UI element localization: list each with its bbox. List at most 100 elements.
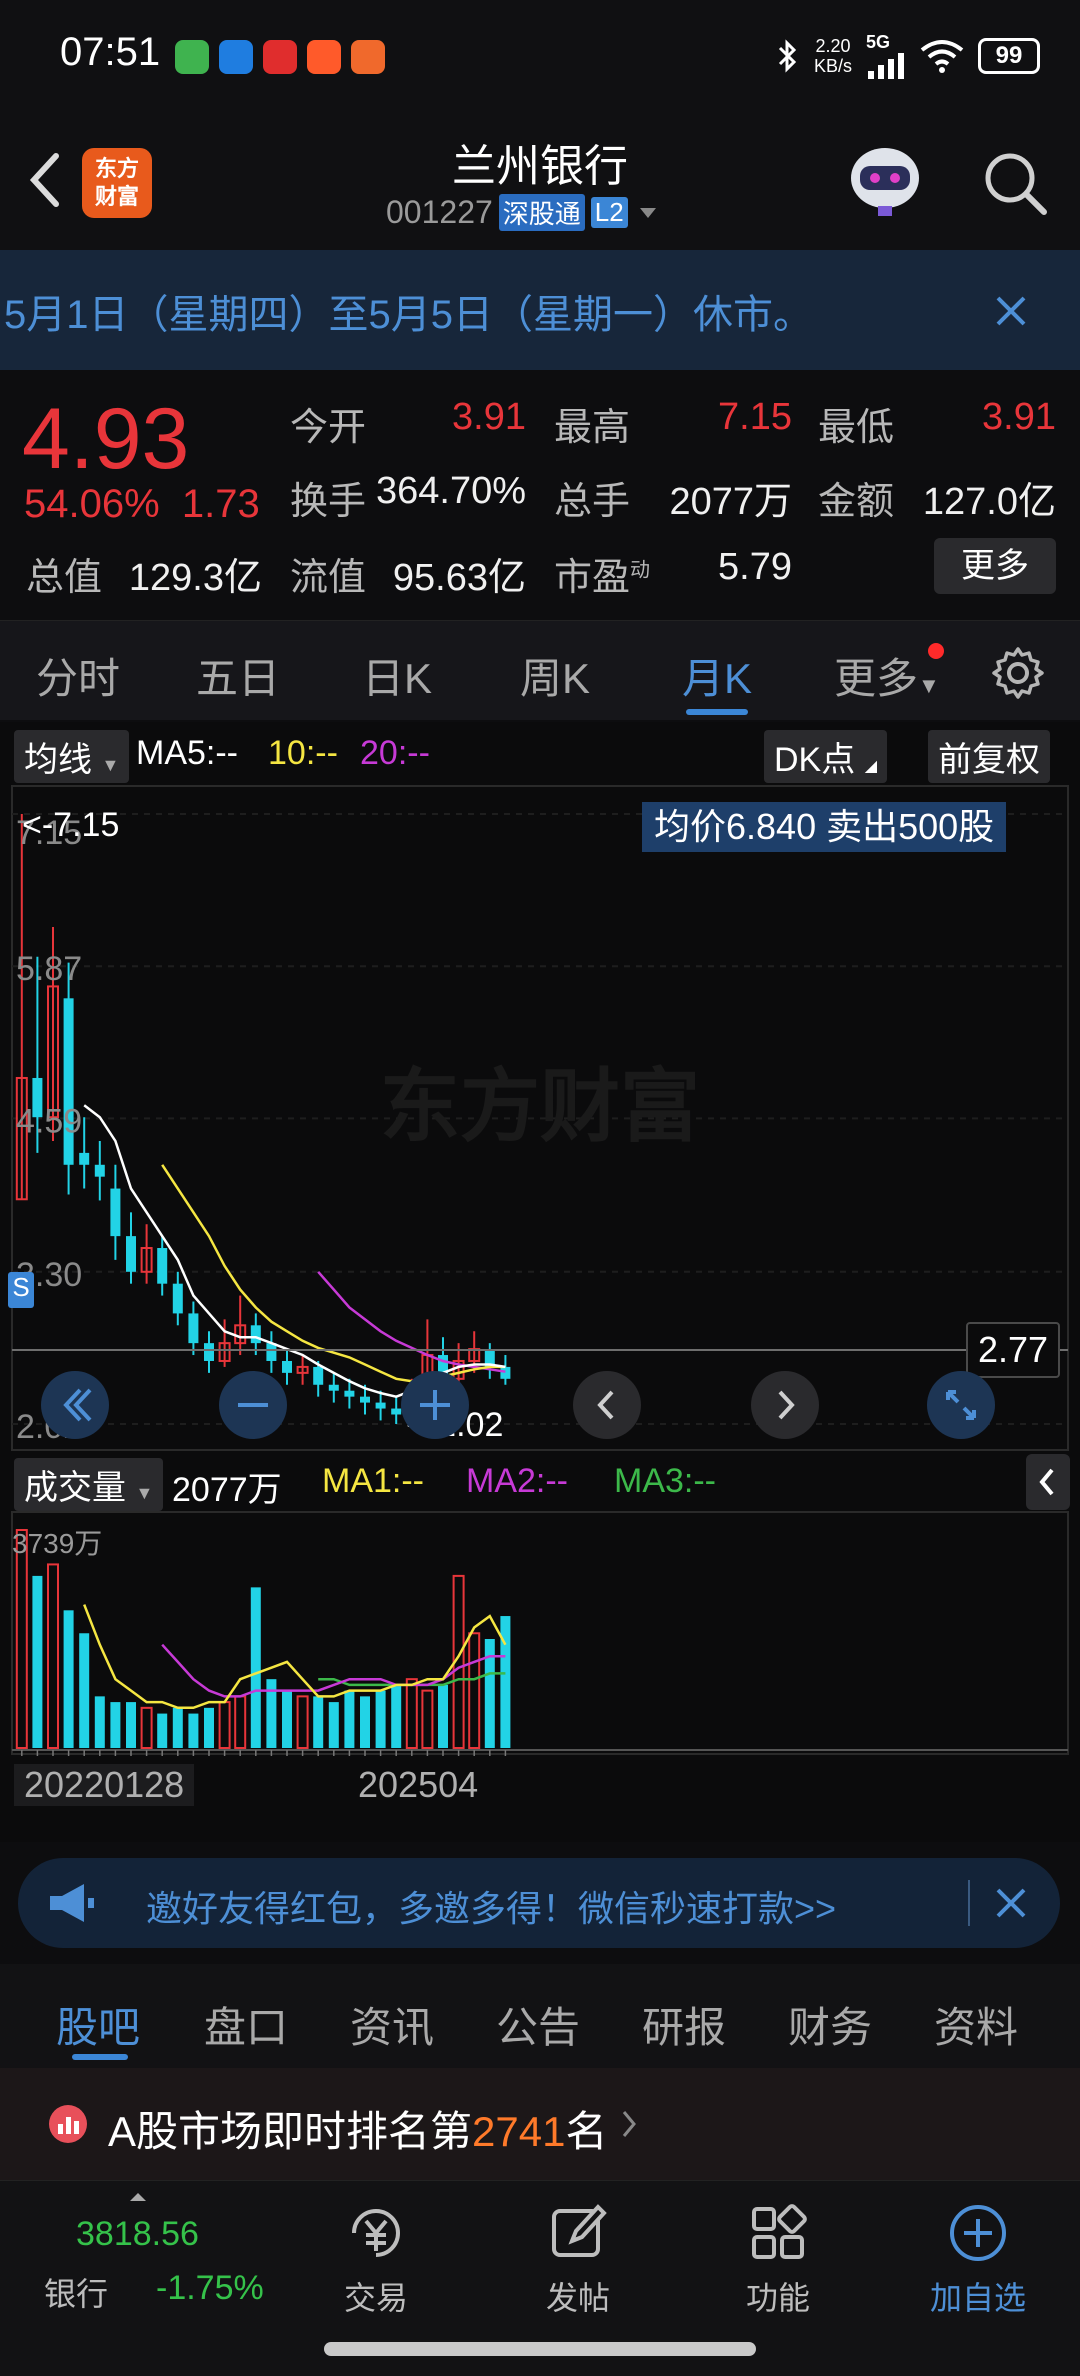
tab-news[interactable]: 资讯 [350,1994,434,2055]
tab-five-day[interactable]: 五日 [196,645,280,706]
candle-body [360,1396,370,1403]
tab-guba[interactable]: 股吧 [56,1994,140,2055]
wifi-icon [920,39,964,73]
candle-body [500,1366,511,1379]
high-value: 7.15 [718,396,792,438]
candle-body [328,1384,339,1391]
ma20-legend: 20:-- [360,734,430,772]
sector-change: -1.75% [156,2269,264,2307]
zoom-in-icon[interactable] [400,1370,470,1440]
nav-post[interactable]: 发帖 [508,2201,648,2319]
nav-functions[interactable]: 功能 [708,2201,848,2319]
ma5-legend: MA5:-- [136,734,238,772]
collapse-panel-button[interactable] [1026,1454,1070,1510]
chevron-left-icon [1039,1468,1054,1496]
info-tabs: 股吧 盘口 资讯 公告 研报 财务 资料 [0,1964,1080,2068]
pe-label: 市盈动 [554,546,650,601]
ma-indicator-selector[interactable]: 均线 ▼ [14,730,130,783]
volume-bar [79,1633,90,1748]
invite-banner[interactable]: 邀好友得红包，多邀多得！微信秒速打款>> [18,1858,1060,1948]
quote-panel: 4.93 54.06% 1.73 今开 3.91 最高 7.15 最低 3.91… [0,370,1080,620]
low-value: 3.91 [982,396,1056,438]
volume-bar [32,1575,43,1748]
bluetooth-icon [778,38,797,73]
volume-bar [296,1695,309,1750]
chart-period-tabs: 分时 五日 日K 周K 月K 更多▼ [0,620,1080,720]
notification-icons [175,40,385,74]
tab-weekly-k[interactable]: 周K [520,645,590,706]
sector-index-value: 3818.56 [76,2215,199,2253]
kline-chart[interactable]: 东方财富 7.155.874.593.302.02 [0,784,1080,1454]
signal-group: 5G [866,32,906,79]
volume-bar [188,1713,199,1748]
nav-add-watchlist[interactable]: 加自选 [908,2201,1048,2319]
volume-bar [344,1690,355,1748]
dk-point-selector[interactable]: DK点 ◢ [764,730,887,783]
max-price-marker: <-7.15 [22,806,120,844]
candle-body [250,1325,261,1344]
rank-suffix: 名 [565,2108,608,2155]
more-quote-button[interactable]: 更多 [934,538,1056,594]
y-axis-label: 5.87 [16,950,82,988]
tab-monthly-k[interactable]: 月K [682,645,752,706]
candle-body [79,1152,90,1165]
status-time: 07:51 [60,30,161,74]
home-indicator [324,2342,756,2356]
expand-icon[interactable] [926,1370,996,1440]
chevron-right-icon[interactable] [750,1370,820,1440]
invite-section: 邀好友得红包，多邀多得！微信秒速打款>> [0,1842,1080,1964]
candle-body [375,1402,386,1409]
close-icon[interactable] [986,286,1036,336]
gear-icon[interactable] [990,645,1046,701]
rewind-fast-icon[interactable] [40,1370,110,1440]
plus-circle-icon [950,2205,1006,2261]
edit-icon [552,2204,607,2257]
volume-value: 2077万 [172,1471,282,1509]
tab-more[interactable]: 更多▼ [834,645,940,706]
sector-index-widget[interactable]: 3818.56 银行 -1.75% [0,2181,264,2376]
volume-bars-group [15,1529,511,1750]
app-notification-icon [307,40,341,74]
tab-pankou[interactable]: 盘口 [204,1994,288,2055]
tab-finance[interactable]: 财务 [788,1994,872,2055]
nav-trade-label: 交易 [343,2280,408,2316]
tab-more-label: 更多 [834,655,919,702]
rank-prefix: A股市场即时排名第 [108,2108,473,2155]
close-icon[interactable] [990,1882,1032,1924]
volume-indicator-selector[interactable]: 成交量 ▼ [14,1458,164,1511]
candle-body [266,1343,277,1361]
status-right: 2.20 KB/s 5G 99 [776,32,1040,79]
volume-bar [63,1610,74,1748]
volume-pill: 成交量 ▼ [14,1458,164,1511]
volume-bar [126,1702,136,1748]
tab-daily-k[interactable]: 日K [362,645,432,706]
volume-bar [438,1684,448,1748]
candle-body [172,1283,183,1314]
rank-row[interactable]: A股市场即时排名第2741名 [0,2068,1080,2180]
assistant-robot-icon[interactable] [842,140,928,220]
tab-intraday[interactable]: 分时 [36,645,120,706]
zoom-out-icon[interactable] [218,1370,288,1440]
search-icon[interactable] [980,148,1050,218]
nav-trade[interactable]: 交易 [306,2201,446,2319]
last-price: 4.93 [22,391,190,487]
adjust-selector[interactable]: 前复权 [928,730,1050,783]
pe-label-text: 市盈 [554,557,631,599]
volume-chart[interactable] [0,1510,1080,1756]
ma-pill-label: 均线 [24,741,92,779]
volume-bar [110,1702,121,1748]
volume-value: 2077万 [669,481,792,523]
watermark: 东方财富 [380,1062,700,1151]
volume-label: 总手 [554,481,631,523]
stock-code-row[interactable]: 001227 深股通 L2 [386,194,656,231]
tab-announcements[interactable]: 公告 [496,1994,580,2055]
invite-text: 邀好友得红包，多邀多得！微信秒速打款>> [146,1888,837,1929]
candle-body [313,1366,324,1385]
float-cap-label: 流值 [290,557,367,599]
tab-research[interactable]: 研报 [642,1994,726,2055]
rank-number: 2741 [472,2108,566,2155]
chevron-left-icon[interactable] [572,1370,642,1440]
status-bar: 07:51 2.20 KB/s 5G 99 [0,0,1080,110]
tab-profile[interactable]: 资料 [934,1994,1018,2055]
net-speed-value: 2.20 [815,35,851,56]
